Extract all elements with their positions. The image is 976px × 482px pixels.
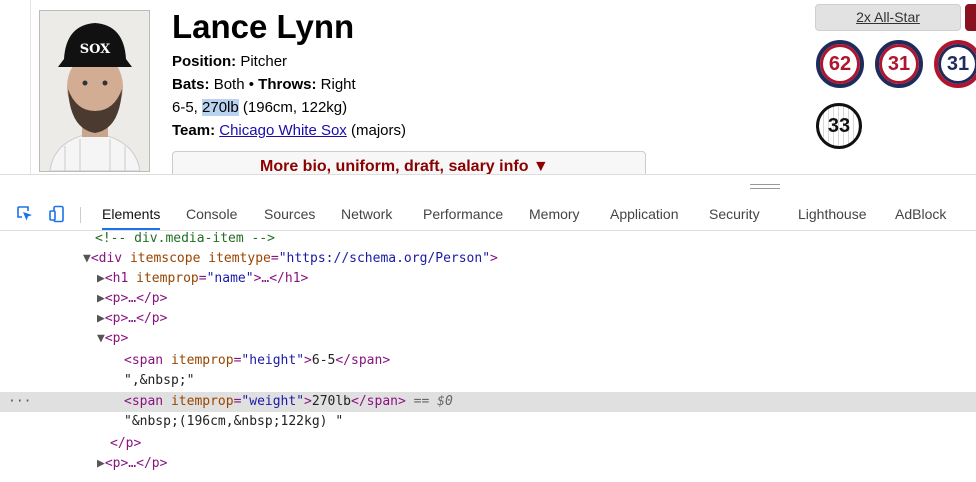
dom-line-span-weight-selected[interactable]: ··· <span itemprop="weight">270lb</span> … [0, 392, 976, 412]
height-text-node: 6-5 [311, 353, 336, 368]
svg-text:SOX: SOX [80, 42, 111, 57]
uniform-number-3[interactable]: 31 [934, 40, 976, 88]
expanded-triangle-icon[interactable]: ▼ [0, 251, 91, 266]
devtools-splitter[interactable] [0, 174, 976, 199]
div-attr-itemtype-value: "https://schema.org/Person" [278, 251, 491, 266]
collapsed-triangle-icon[interactable]: ▶ [0, 291, 105, 306]
p-collapsed-tag: <p>…</p> [104, 311, 168, 326]
bullet: • [248, 76, 254, 93]
dom-line-div[interactable]: ▼<div itemscope itemtype="https://schema… [0, 249, 976, 269]
p-collapsed-tag: <p>…</p> [104, 456, 168, 471]
dom-line-p-1[interactable]: ▶<p>…</p> [0, 289, 976, 309]
span-open-tag: <span [124, 353, 164, 368]
tab-network[interactable]: Network [341, 199, 392, 230]
h1-open-tag: <h1 [104, 271, 129, 286]
collapsed-triangle-icon[interactable]: ▶ [0, 311, 105, 326]
span-attr-itemprop: itemprop [170, 353, 234, 368]
dom-line-p-close[interactable]: </p> [0, 434, 976, 454]
more-options-icon[interactable]: ··· [8, 392, 31, 412]
dom-line-p-open[interactable]: ▼<p> [0, 329, 976, 349]
team-link[interactable]: Chicago White Sox [219, 122, 347, 139]
gt-sign: > [304, 353, 312, 368]
player-photo-icon: SOX [40, 11, 149, 171]
tab-lighthouse[interactable]: Lighthouse [798, 199, 867, 230]
position-value: Pitcher [240, 53, 288, 70]
height-value: 6-5, [172, 99, 198, 116]
award-badge-red[interactable] [965, 4, 976, 31]
div-open-tag: <div [90, 251, 123, 266]
tab-sources[interactable]: Sources [264, 199, 315, 230]
left-margin [0, 0, 31, 174]
p-close-tag: </p> [110, 436, 142, 451]
dom-line-span-height[interactable]: <span itemprop="height">6-5</span> [0, 351, 976, 371]
elements-tree: <!-- div.media-item --> ▼<div itemscope … [0, 231, 976, 482]
expanded-triangle-icon[interactable]: ▼ [0, 331, 105, 346]
gt-sign: > [304, 394, 312, 409]
dom-line-comment[interactable]: <!-- div.media-item --> [0, 229, 976, 249]
bats-label: Bats: [172, 76, 210, 93]
dom-line-p-3[interactable]: ▶<p>…</p> [0, 454, 976, 474]
weight-attr-value: "weight" [241, 394, 305, 409]
div-close-bracket: > [490, 251, 498, 266]
selected-node-marker: == $0 [413, 394, 453, 409]
dom-line-h1[interactable]: ▶<h1 itemprop="name">…</h1> [0, 269, 976, 289]
player-name: Lance Lynn [172, 8, 355, 45]
div-attr-itemscope: itemscope [129, 251, 201, 266]
tab-security[interactable]: Security [709, 199, 760, 230]
span-close-tag: </span> [335, 353, 391, 368]
tab-application[interactable]: Application [610, 199, 679, 230]
weight-value: 270lb [202, 99, 239, 116]
weight-text-node: 270lb [311, 394, 352, 409]
uniform-number-2[interactable]: 31 [875, 40, 923, 88]
metric-text-node: "&nbsp;(196cm,&nbsp;122kg) " [124, 414, 344, 429]
comment-text: <!-- div.media-item --> [95, 231, 276, 246]
throws-label: Throws: [258, 76, 317, 93]
height-weight-line: 6-5, 270lb (196cm, 122kg) [172, 99, 347, 116]
h1-attr-value: "name" [206, 271, 254, 286]
team-suffix: (majors) [350, 122, 406, 139]
uniform-number-1[interactable]: 62 [816, 40, 864, 88]
throws-value: Right [320, 76, 356, 93]
bats-value: Both [213, 76, 245, 93]
metric-value: (196cm, 122kg) [242, 99, 348, 116]
device-toolbar-icon[interactable] [48, 205, 66, 223]
p-collapsed-tag: <p>…</p> [104, 291, 168, 306]
span-attr-itemprop: itemprop [170, 394, 234, 409]
inspect-element-icon[interactable] [16, 205, 34, 223]
bats-throws-line: Bats: Both • Throws: Right [172, 76, 356, 93]
tab-adblock[interactable]: AdBlock [895, 199, 946, 230]
div-attr-itemtype: itemtype [208, 251, 271, 266]
player-photo: SOX [39, 10, 150, 172]
height-attr-value: "height" [241, 353, 305, 368]
tab-performance[interactable]: Performance [423, 199, 503, 230]
allstar-badge[interactable]: 2x All-Star [815, 4, 961, 31]
nbsp-text-node: ",&nbsp;" [124, 373, 195, 388]
collapsed-triangle-icon[interactable]: ▶ [0, 456, 105, 471]
tab-console[interactable]: Console [186, 199, 237, 230]
position-line: Position: Pitcher [172, 53, 287, 70]
collapsed-triangle-icon[interactable]: ▶ [0, 271, 105, 286]
uniform-number-4[interactable]: 33 [816, 103, 862, 149]
team-line: Team: Chicago White Sox (majors) [172, 122, 406, 139]
equals-sign: = [270, 251, 279, 266]
player-page: SOX Lance Lynn Position: Pitcher Bats: B… [0, 0, 976, 174]
h1-rest: >…</h1> [253, 271, 309, 286]
dom-line-text-nbsp[interactable]: ",&nbsp;" [0, 371, 976, 391]
h1-attr-itemprop: itemprop [136, 271, 199, 286]
tab-elements[interactable]: Elements [102, 199, 161, 230]
span-close-tag: </span> [351, 394, 406, 409]
position-label: Position: [172, 53, 237, 70]
team-label: Team: [172, 122, 216, 139]
more-info-label[interactable]: More bio, uniform, draft, salary info ▼ [260, 158, 549, 174]
devtools-tabbar: Elements Console Sources Network Perform… [0, 199, 976, 231]
dom-line-text-metric[interactable]: "&nbsp;(196cm,&nbsp;122kg) " [0, 412, 976, 432]
p-open-tag: <p> [104, 331, 129, 346]
splitter-grip-icon[interactable] [750, 184, 780, 189]
equals-sign: = [198, 271, 207, 286]
toolbar-separator [80, 207, 81, 223]
tab-memory[interactable]: Memory [529, 199, 580, 230]
dom-line-p-2[interactable]: ▶<p>…</p> [0, 309, 976, 329]
